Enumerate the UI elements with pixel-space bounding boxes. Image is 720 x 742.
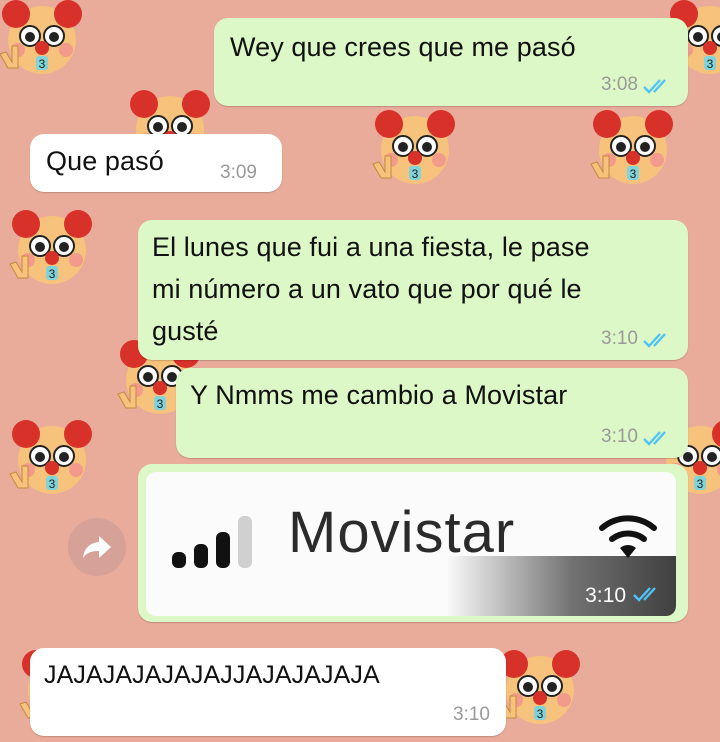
message-time: 3:10: [453, 704, 490, 725]
read-double-check-icon: [633, 587, 656, 602]
message-bubble-outgoing[interactable]: Wey que crees que me pasó 3:08: [214, 18, 688, 106]
message-line: El lunes que fui a una fiesta, le pase: [152, 232, 590, 262]
message-line: mi número a un vato que por qué le: [152, 274, 582, 304]
forward-arrow-icon: [83, 536, 111, 558]
image-message-bubble[interactable]: Movistar 3:10: [138, 464, 688, 622]
message-line: gusté: [152, 316, 219, 346]
message-bubble-outgoing[interactable]: Y Nmms me cambio a Movistar 3:10: [176, 368, 688, 458]
message-time: 3:10: [585, 584, 626, 607]
forward-button[interactable]: [68, 518, 126, 576]
wifi-icon: [599, 515, 657, 558]
message-text: Wey que crees que me pasó: [230, 32, 576, 62]
message-bubble-incoming[interactable]: Que pasó 3:09: [30, 134, 282, 192]
message-time: 3:10: [601, 426, 638, 447]
message-bubble-outgoing[interactable]: El lunes que fui a una fiesta, le pase m…: [138, 220, 688, 360]
read-double-check-icon: [643, 79, 666, 94]
message-text: JAJAJAJAJAJAJJAJAJAJAJA: [44, 661, 380, 689]
message-text: Y Nmms me cambio a Movistar: [190, 380, 568, 410]
read-double-check-icon: [643, 431, 666, 446]
message-text: Que pasó: [46, 146, 164, 176]
image-attachment[interactable]: Movistar 3:10: [146, 472, 676, 616]
message-bubble-incoming[interactable]: JAJAJAJAJAJAJJAJAJAJAJA 3:10: [30, 648, 506, 736]
message-time: 3:10: [601, 328, 638, 349]
message-time: 3:08: [601, 74, 638, 95]
signal-bars-icon: [172, 516, 252, 568]
read-double-check-icon: [643, 333, 666, 348]
message-time: 3:09: [220, 162, 257, 183]
